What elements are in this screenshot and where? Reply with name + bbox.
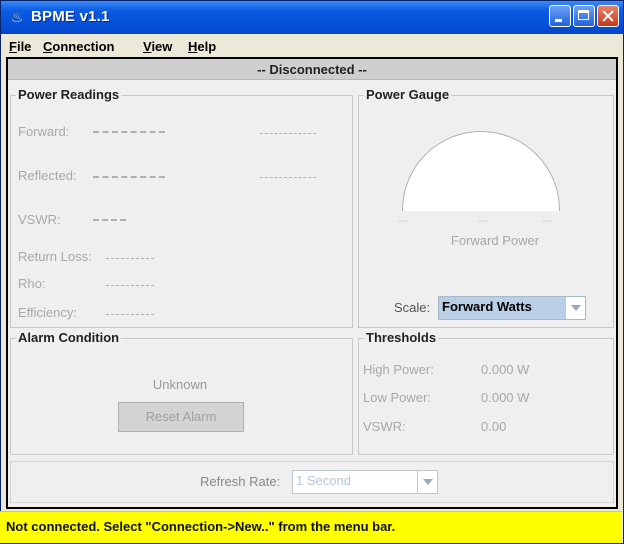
high-power-value: 0.000 W	[481, 362, 530, 377]
java-icon: ♨	[10, 9, 24, 25]
power-gauge-panel: Power Gauge	[358, 87, 614, 328]
alarm-panel: Alarm Condition	[10, 330, 353, 455]
title-bar[interactable]: ♨ BPME v1.1	[1, 1, 623, 34]
thresholds-title: Thresholds	[364, 330, 439, 345]
minimize-button[interactable]	[549, 5, 571, 27]
maximize-button[interactable]	[573, 5, 595, 27]
alarm-title: Alarm Condition	[16, 330, 122, 345]
efficiency-placeholder	[106, 314, 154, 315]
scale-select[interactable]: Forward Watts	[438, 296, 586, 320]
high-power-label: High Power:	[363, 362, 434, 377]
rho-label: Rho:	[18, 276, 46, 291]
menu-bar: File Connection View Help	[1, 34, 623, 58]
reset-alarm-button[interactable]: Reset Alarm	[118, 402, 244, 432]
forward-value-placeholder	[93, 131, 165, 133]
refresh-rate-select[interactable]: 1 Second	[292, 470, 438, 494]
menu-help[interactable]: Help	[188, 39, 216, 54]
chevron-down-icon[interactable]	[565, 297, 585, 319]
low-power-value: 0.000 W	[481, 390, 530, 405]
window-title: BPME v1.1	[31, 8, 110, 25]
vswr-threshold-value: 0.00	[481, 419, 507, 434]
power-gauge-title: Power Gauge	[364, 87, 452, 102]
scale-label: Scale:	[394, 300, 431, 315]
return-loss-label: Return Loss:	[18, 249, 92, 264]
vswr-threshold-label: VSWR:	[363, 419, 406, 434]
alarm-state: Unknown	[152, 377, 208, 392]
connection-status: -- Disconnected --	[8, 59, 616, 80]
vswr-value-placeholder	[93, 219, 126, 221]
efficiency-label: Efficiency:	[18, 305, 78, 320]
reflected-value-placeholder	[93, 176, 165, 178]
gauge-caption: Forward Power	[450, 233, 540, 248]
rho-placeholder	[106, 285, 154, 286]
reflected-dbm-placeholder	[260, 177, 316, 178]
gauge-tick-min: ---	[398, 216, 408, 227]
refresh-rate-value: 1 Second	[296, 473, 351, 488]
chevron-down-icon[interactable]	[417, 471, 437, 493]
menu-connection[interactable]: Connection	[43, 39, 115, 54]
vswr-label: VSWR:	[18, 212, 61, 227]
forward-dbm-placeholder	[260, 133, 316, 134]
gauge-tick-max: ---	[542, 216, 552, 227]
refresh-rate-label: Refresh Rate:	[200, 474, 281, 489]
gauge-tick-mid: ---	[478, 216, 488, 227]
reflected-label: Reflected:	[18, 168, 77, 183]
scale-select-value: Forward Watts	[442, 299, 532, 314]
status-bar: Not connected. Select "Connection->New..…	[0, 511, 622, 543]
power-readings-title: Power Readings	[16, 87, 122, 102]
forward-label: Forward:	[18, 124, 70, 139]
menu-view[interactable]: View	[143, 39, 172, 54]
low-power-label: Low Power:	[363, 390, 431, 405]
return-loss-placeholder	[106, 258, 154, 259]
close-button[interactable]	[597, 5, 619, 27]
menu-file[interactable]: File	[9, 39, 31, 54]
